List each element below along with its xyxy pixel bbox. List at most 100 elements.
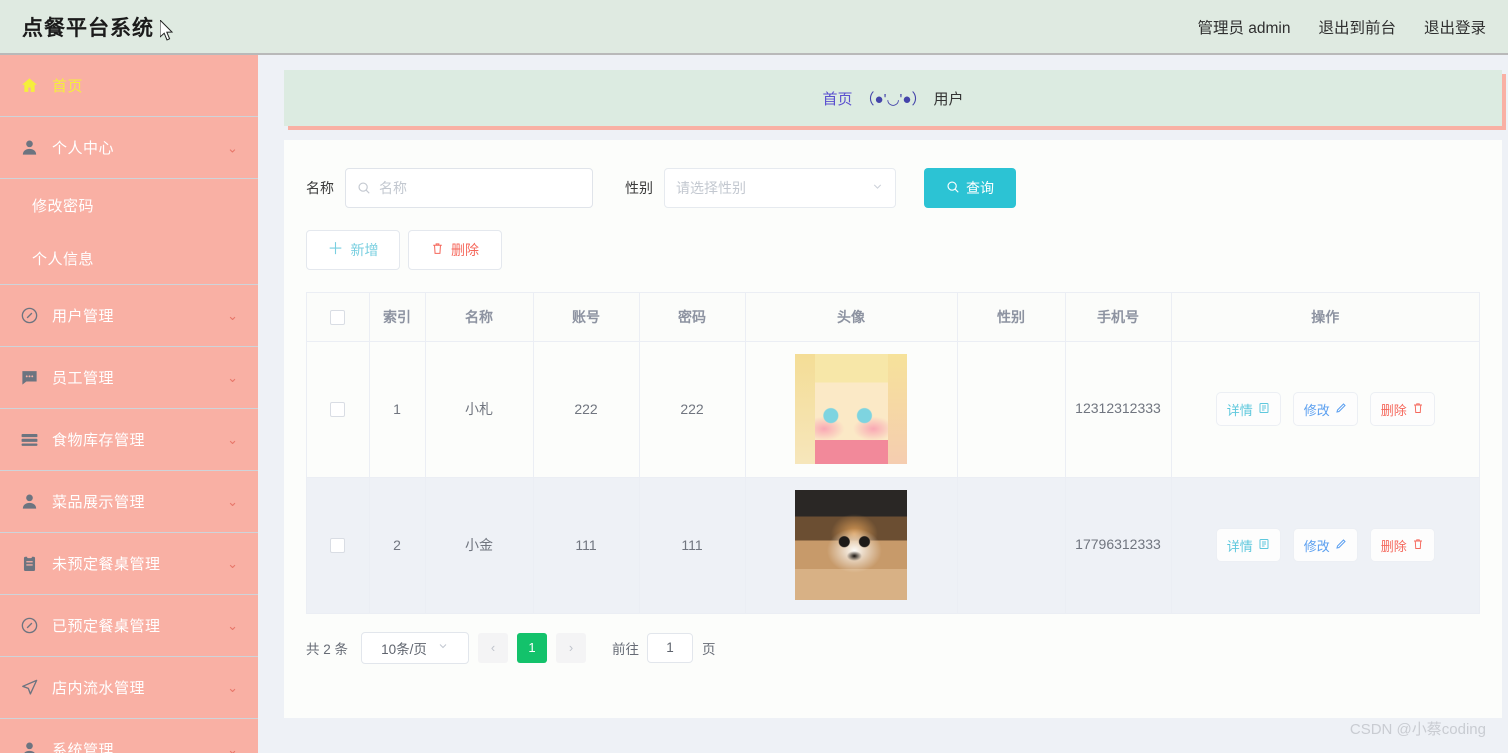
sidebar-item-system-management[interactable]: 系统管理 ⌄ xyxy=(0,719,258,753)
top-header: 点餐平台系统 管理员 admin 退出到前台 退出登录 xyxy=(0,0,1508,55)
table-row: 2 小金 111 111 17796312333 详情 修改 删除 xyxy=(307,477,1479,614)
name-filter-label: 名称 xyxy=(306,180,334,196)
row-edit-button[interactable]: 修改 xyxy=(1292,528,1358,562)
exit-to-frontend-link[interactable]: 退出到前台 xyxy=(1318,16,1396,38)
row-operations-cell: 详情 修改 删除 xyxy=(1171,341,1479,478)
pagination-jump-label: 前往 xyxy=(612,641,640,657)
gender-filter-label: 性别 xyxy=(625,180,653,196)
pagination: 共 2 条 10条/页 ‹ 1 › 前往 页 xyxy=(284,614,1502,664)
pagination-jump-input[interactable] xyxy=(647,632,694,663)
app-root: 点餐平台系统 管理员 admin 退出到前台 退出登录 首页 个人中心 ⌃ 修改… xyxy=(0,0,1508,753)
users-table: 索引 名称 账号 密码 头像 性别 手机号 操作 1 小札 222 222 12… xyxy=(306,292,1480,614)
sidebar-item-dish-display-management[interactable]: 菜品展示管理 ⌄ xyxy=(0,471,258,533)
row-edit-button[interactable]: 修改 xyxy=(1292,392,1358,426)
sidebar-item-staff-management[interactable]: 员工管理 ⌄ xyxy=(0,347,258,409)
row-delete-button[interactable]: 删除 xyxy=(1369,528,1435,562)
pagination-jump-unit: 页 xyxy=(702,641,716,657)
sidebar-subitem-personal-info[interactable]: 个人信息 xyxy=(0,232,258,285)
row-detail-button[interactable]: 详情 xyxy=(1215,392,1281,426)
row-index: 1 xyxy=(369,341,426,478)
row-name: 小金 xyxy=(425,477,534,614)
sidebar-item-instore-revenue-management-label: 店内流水管理 xyxy=(52,680,146,697)
table-header-select-all xyxy=(307,293,370,342)
chevron-up-icon[interactable]: ⌃ xyxy=(227,140,238,155)
row-avatar-cell xyxy=(745,477,958,614)
sidebar-item-food-stock-management[interactable]: 食物库存管理 ⌄ xyxy=(0,409,258,471)
row-checkbox[interactable] xyxy=(330,402,346,418)
row-detail-button[interactable]: 详情 xyxy=(1215,528,1281,562)
sidebar-item-reserved-table-management-label: 已预定餐桌管理 xyxy=(52,618,161,635)
sidebar-nav[interactable]: 首页 个人中心 ⌃ 修改密码 个人信息 用户管理 ⌄ 员工管理 ⌄ 食物库存管理… xyxy=(0,55,258,753)
chevron-down-icon[interactable]: ⌄ xyxy=(227,309,238,322)
table-header-row: 索引 名称 账号 密码 头像 性别 手机号 操作 xyxy=(307,293,1479,342)
row-gender xyxy=(957,341,1066,478)
chevron-down-icon[interactable]: ⌄ xyxy=(227,557,238,570)
row-password: 111 xyxy=(639,477,746,614)
query-button[interactable]: 查询 xyxy=(924,168,1016,208)
row-delete-button-label: 删除 xyxy=(1380,402,1407,418)
table-row: 1 小札 222 222 12312312333 详情 修改 删除 xyxy=(307,341,1479,478)
row-edit-button-label: 修改 xyxy=(1303,402,1330,418)
home-icon xyxy=(18,75,40,97)
pagination-page-1[interactable]: 1 xyxy=(517,632,548,663)
avatar[interactable] xyxy=(795,354,907,464)
row-checkbox[interactable] xyxy=(330,538,346,554)
batch-delete-button[interactable]: 删除 xyxy=(408,230,502,270)
sidebar-item-instore-revenue-management[interactable]: 店内流水管理 ⌄ xyxy=(0,657,258,719)
pagination-next-button[interactable]: › xyxy=(556,632,587,663)
breadcrumb-home-link[interactable]: 首页 xyxy=(823,88,853,109)
sidebar-item-unreserved-table-management-label: 未预定餐桌管理 xyxy=(52,556,161,573)
send-icon xyxy=(18,677,40,699)
document-icon xyxy=(1258,538,1270,552)
sidebar-item-unreserved-table-management[interactable]: 未预定餐桌管理 ⌄ xyxy=(0,533,258,595)
app-brand-title: 点餐平台系统 xyxy=(22,16,154,40)
name-search-input[interactable]: 名称 xyxy=(345,168,593,208)
chevron-down-icon[interactable]: ⌄ xyxy=(227,495,238,508)
row-detail-button-label: 详情 xyxy=(1226,402,1253,418)
chevron-down-icon[interactable]: ⌄ xyxy=(227,619,238,632)
page-size-value: 10条/页 xyxy=(381,641,427,657)
chevron-down-icon xyxy=(871,180,884,196)
chevron-down-icon[interactable]: ⌄ xyxy=(227,433,238,446)
breadcrumb: 首页 （●'◡'●） 用户 xyxy=(284,70,1502,126)
query-button-label: 查询 xyxy=(966,180,994,196)
pencil-icon xyxy=(1335,538,1347,552)
gender-select[interactable]: 请选择性别 xyxy=(664,168,896,208)
add-button[interactable]: ＋ 新增 xyxy=(306,230,400,270)
table-header-password: 密码 xyxy=(639,293,746,342)
page-size-select[interactable]: 10条/页 xyxy=(361,631,470,664)
table-header-gender: 性别 xyxy=(957,293,1066,342)
chevron-down-icon[interactable]: ⌄ xyxy=(227,371,238,384)
chevron-down-icon[interactable]: ⌄ xyxy=(227,743,238,753)
header-right-actions: 管理员 admin 退出到前台 退出登录 xyxy=(1197,16,1486,38)
search-icon xyxy=(357,181,371,195)
sidebar-subitem-change-password[interactable]: 修改密码 xyxy=(0,179,258,232)
row-index: 2 xyxy=(369,477,426,614)
row-gender xyxy=(957,477,1066,614)
batch-delete-button-label: 删除 xyxy=(451,242,479,258)
user-icon xyxy=(18,739,40,753)
breadcrumb-current-page: 用户 xyxy=(933,90,964,108)
select-all-checkbox[interactable] xyxy=(330,310,346,326)
avatar[interactable] xyxy=(795,490,907,600)
pencil-icon xyxy=(1335,402,1347,416)
sidebar-item-user-management[interactable]: 用户管理 ⌄ xyxy=(0,285,258,347)
row-account: 111 xyxy=(533,477,640,614)
sidebar-item-dish-display-management-label: 菜品展示管理 xyxy=(52,494,146,511)
chevron-down-icon[interactable]: ⌄ xyxy=(227,681,238,694)
sidebar-subitem-personal-info-label: 个人信息 xyxy=(32,250,95,268)
sidebar-item-personal-center[interactable]: 个人中心 ⌃ xyxy=(0,117,258,179)
watermark: CSDN @小蔡coding xyxy=(1349,721,1486,738)
main-content: 首页 （●'◡'●） 用户 名称 名称 性别 请选择性别 查询 ＋ 新增 删除 … xyxy=(258,55,1508,753)
pagination-prev-button[interactable]: ‹ xyxy=(478,632,509,663)
sidebar-item-staff-management-label: 员工管理 xyxy=(52,370,115,387)
row-avatar-cell xyxy=(745,341,958,478)
sidebar-item-home[interactable]: 首页 xyxy=(0,55,258,117)
pagination-total: 共 2 条 xyxy=(306,641,349,657)
logout-link[interactable]: 退出登录 xyxy=(1424,16,1486,38)
list-icon xyxy=(18,429,40,451)
sidebar-item-personal-center-label: 个人中心 xyxy=(52,140,115,157)
row-name: 小札 xyxy=(425,341,534,478)
row-delete-button[interactable]: 删除 xyxy=(1369,392,1435,426)
sidebar-item-reserved-table-management[interactable]: 已预定餐桌管理 ⌄ xyxy=(0,595,258,657)
